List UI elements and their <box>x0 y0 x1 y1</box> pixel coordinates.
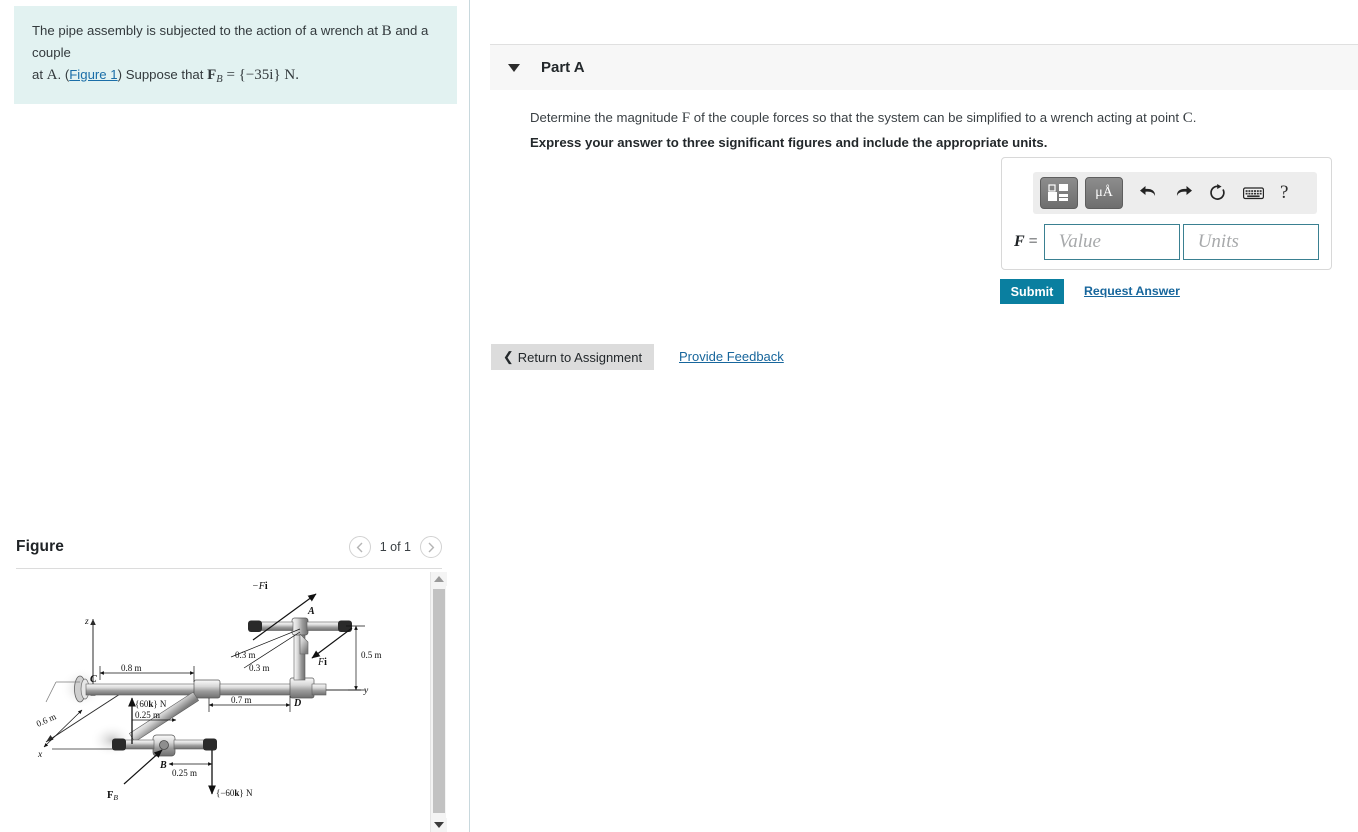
problem-var-B: B <box>381 23 392 39</box>
figure-counter: 1 of 1 <box>379 540 411 554</box>
answer-label-F: F <box>1014 233 1025 250</box>
triangle-up-icon <box>434 576 444 582</box>
redo-icon <box>1176 185 1192 196</box>
question-var-F: F <box>681 110 691 126</box>
couple-force-up-label: {60k} N <box>135 699 167 709</box>
answer-field-row: F = Value Units <box>1014 224 1319 260</box>
dim-0.25m-a-label: 0.25 m <box>135 710 160 720</box>
problem-var-A: A <box>46 66 58 83</box>
question-text: Determine the magnitude F of the couple … <box>530 107 1330 130</box>
dim-0.8m-label: 0.8 m <box>121 663 142 673</box>
reset-icon <box>1210 183 1225 200</box>
provide-feedback-link[interactable]: Provide Feedback <box>679 349 784 364</box>
return-to-assignment-button[interactable]: ❮ Return to Assignment <box>491 344 654 370</box>
figure-scrollbar[interactable] <box>430 572 447 832</box>
dim-0.5m-label: 0.5 m <box>361 650 382 660</box>
problem-line1-a: The pipe assembly is subjected to the ac… <box>32 23 382 38</box>
figure-divider <box>16 568 442 569</box>
answer-label-equals: = <box>1024 233 1038 250</box>
problem-statement-box: The pipe assembly is subjected to the ac… <box>14 6 457 104</box>
problem-eq-rest: = {−35i} N. <box>222 66 300 83</box>
collapse-triangle-icon[interactable] <box>508 63 520 72</box>
figure-navigation: 1 of 1 <box>348 536 442 558</box>
figure-prev-button[interactable] <box>348 536 371 558</box>
figure-next-button[interactable] <box>420 536 442 558</box>
axis-y-label: y <box>363 686 369 696</box>
left-panel: The pipe assembly is subjected to the ac… <box>0 0 470 832</box>
problem-statement-text: The pipe assembly is subjected to the ac… <box>32 20 441 88</box>
undo-button[interactable] <box>1139 185 1158 202</box>
answer-field-label: F = <box>1014 233 1038 251</box>
figure-image-viewport: z x y A −Fi Fi 0.3 m 0.3 m 0.5 m 0.8 m C… <box>16 572 426 832</box>
couple-force-down-label: {−60k} N <box>216 788 253 798</box>
chevron-right-icon <box>427 542 434 552</box>
units-button[interactable]: μÅ <box>1085 177 1123 209</box>
template-button[interactable] <box>1040 177 1078 209</box>
value-input[interactable]: Value <box>1043 224 1180 260</box>
pipe-assembly-diagram: z x y A −Fi Fi 0.3 m 0.3 m 0.5 m 0.8 m C… <box>35 581 382 802</box>
figure-1-link[interactable]: Figure 1 <box>69 67 117 82</box>
part-a-label: Part A <box>541 59 585 76</box>
force-FB-label: FB <box>107 790 118 802</box>
problem-eq-F: F <box>207 66 217 83</box>
dim-0.7m-label: 0.7 m <box>231 695 252 705</box>
submit-button[interactable]: Submit <box>1000 279 1064 304</box>
dim-0.6m-label: 0.6 m <box>35 711 58 728</box>
scroll-up-button[interactable] <box>431 572 447 586</box>
exercise-page: The pipe assembly is subjected to the ac… <box>0 0 1358 832</box>
redo-button[interactable] <box>1174 185 1193 202</box>
point-D-label: D <box>293 698 301 709</box>
chevron-left-icon <box>356 542 363 552</box>
part-a-header[interactable]: Part A <box>490 44 1358 90</box>
dim-0.3m-b-label: 0.3 m <box>249 663 270 673</box>
chevron-left-icon: ❮ <box>502 349 514 364</box>
point-B-label: B <box>159 760 167 771</box>
problem-line2-a: at <box>32 66 47 82</box>
units-icon-label: μÅ <box>1095 185 1113 200</box>
scrollbar-thumb[interactable] <box>433 589 445 813</box>
keyboard-icon <box>1243 187 1264 200</box>
units-input-placeholder: Units <box>1197 231 1239 252</box>
template-icon <box>1048 184 1068 201</box>
question-text-a: Determine the magnitude <box>530 110 682 125</box>
question-var-C: C <box>1182 110 1193 126</box>
point-C-label: C <box>90 674 97 685</box>
question-instruction: Express your answer to three significant… <box>530 135 1048 150</box>
figure-title: Figure <box>16 538 64 555</box>
answer-entry-box: μÅ ? F = Value Units <box>1001 157 1332 270</box>
right-panel: Part A Determine the magnitude F of the … <box>471 0 1358 832</box>
problem-line2-c: ) Suppose that <box>117 66 208 82</box>
figure-header: Figure 1 of 1 <box>16 536 442 558</box>
dim-0.25m-b-label: 0.25 m <box>172 768 197 778</box>
force-Fi-label: Fi <box>317 657 327 668</box>
keyboard-button[interactable] <box>1243 186 1264 200</box>
value-input-placeholder: Value <box>1058 231 1101 252</box>
dim-0.3m-a-label: 0.3 m <box>235 650 256 660</box>
axis-z-label: z <box>84 617 89 627</box>
question-text-b: of the couple forces so that the system … <box>690 110 1183 125</box>
point-A-label: A <box>307 606 315 617</box>
axis-x-label: x <box>37 750 43 760</box>
help-button[interactable]: ? <box>1280 182 1288 204</box>
question-text-c: . <box>1192 110 1197 125</box>
answer-toolbar: μÅ ? <box>1033 172 1317 214</box>
triangle-down-icon <box>434 822 444 828</box>
scroll-down-button[interactable] <box>431 818 447 832</box>
reset-button[interactable] <box>1209 183 1227 203</box>
return-to-assignment-label: Return to Assignment <box>517 349 643 365</box>
units-input[interactable]: Units <box>1182 224 1319 260</box>
undo-icon <box>1140 185 1156 196</box>
force-neg-Fi-label: −Fi <box>252 581 268 592</box>
request-answer-link[interactable]: Request Answer <box>1084 284 1180 298</box>
problem-line2-b: . ( <box>57 66 70 82</box>
